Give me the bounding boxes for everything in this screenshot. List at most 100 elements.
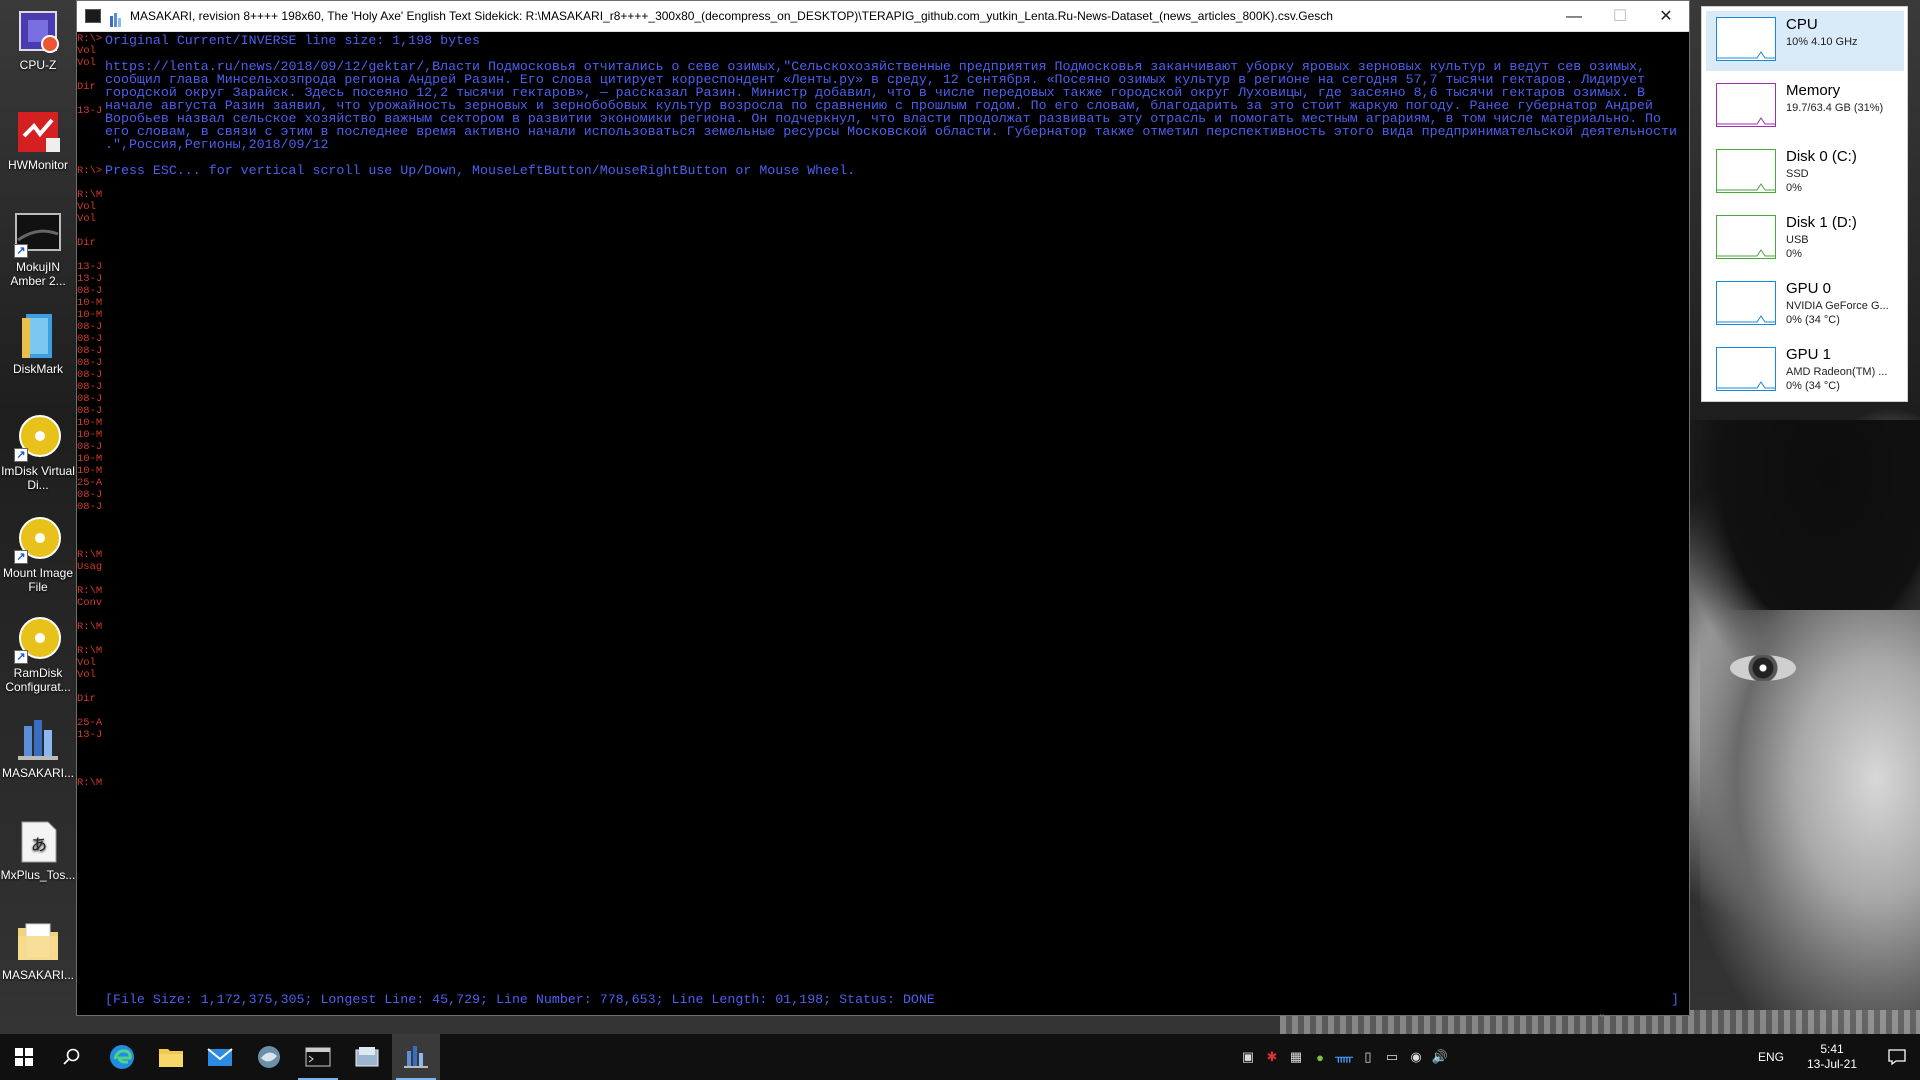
background-console-line: Vol xyxy=(77,45,96,57)
desktop-icon-mount-image[interactable]: ↗ Mount Image File xyxy=(0,516,76,594)
desktop-icon-label: Mount Image File xyxy=(2,566,74,594)
title-bar[interactable]: MASAKARI, revision 8++++ 198x60, The 'Ho… xyxy=(77,1,1689,32)
background-console-line: Dir xyxy=(77,693,96,705)
background-console-line xyxy=(77,633,105,645)
desktop-icon-cpu-z[interactable]: CPU-Z xyxy=(0,8,76,72)
background-console-line: R:\M xyxy=(77,645,103,657)
background-console-line xyxy=(77,525,105,537)
perf-title: Disk 0 (C:) xyxy=(1786,148,1857,165)
notification-button[interactable] xyxy=(1874,1034,1920,1080)
console-body[interactable]: R:\> Vol Vol Dir 13-J R:\> R:\M Vol Vol Dir 13-J 13… xyxy=(77,33,1689,1019)
clock[interactable]: 5:41 13-Jul-21 xyxy=(1798,1042,1866,1072)
start-button[interactable] xyxy=(0,1034,48,1080)
performance-panel: CPU 10% 4.10 GHz Memory 19.7/63.4 GB (31%) D… xyxy=(1701,6,1908,402)
windows-logo-icon xyxy=(15,1048,33,1066)
perf-usage: 0% xyxy=(1786,182,1802,194)
console-window[interactable]: MASAKARI, revision 8++++ 198x60, The 'Ho… xyxy=(76,0,1690,1019)
perf-item-gpu-0[interactable]: GPU 0 NVIDIA GeForce G... 0% (34 °C) xyxy=(1706,275,1904,335)
close-button[interactable]: ✕ xyxy=(1643,1,1689,32)
perf-item-memory[interactable]: Memory 19.7/63.4 GB (31%) xyxy=(1706,77,1904,137)
desktop-icon-masakari-folder[interactable]: MASAKARI... xyxy=(0,918,76,982)
background-console-line: 08-J xyxy=(77,285,103,297)
tray-network-icon[interactable]: ◉ xyxy=(1404,1034,1428,1080)
perf-item-disk-1-d[interactable]: Disk 1 (D:) USB 0% xyxy=(1706,209,1904,269)
tray-device-icon[interactable]: ▦ xyxy=(1284,1034,1308,1080)
background-console-line xyxy=(77,741,105,753)
background-console-line xyxy=(77,609,105,621)
window-title: MASAKARI, revision 8++++ 198x60, The 'Ho… xyxy=(130,9,1333,23)
background-console-line: 08-J xyxy=(77,489,103,501)
shortcut-arrow-icon: ↗ xyxy=(14,550,28,564)
folder-zip-icon xyxy=(14,918,62,966)
background-console-line: 10-M xyxy=(77,309,103,321)
perf-title: GPU 1 xyxy=(1786,346,1832,363)
tray-bug-icon[interactable]: ✱ xyxy=(1260,1034,1284,1080)
desktop-icon-diskmark[interactable]: DiskMark xyxy=(0,312,76,376)
perf-graph xyxy=(1716,83,1776,127)
maximize-button[interactable]: ☐ xyxy=(1597,1,1643,32)
diskmark-icon xyxy=(14,312,62,360)
desktop-icon-label: ImDisk Virtual Di... xyxy=(1,464,75,492)
console-icon xyxy=(305,1047,331,1067)
background-console-line: R:\M xyxy=(77,189,103,201)
shortcut-arrow-icon: ↗ xyxy=(14,244,28,258)
masakari-window-icon xyxy=(108,9,124,27)
taskbar-app-window[interactable] xyxy=(343,1034,391,1080)
background-console-line: 25-A xyxy=(77,477,103,489)
tray-bluetooth-icon[interactable]: ᚅ xyxy=(1332,1034,1356,1080)
taskbar-console[interactable] xyxy=(294,1034,342,1080)
perf-detail: USB xyxy=(1786,234,1809,246)
status-line-end: ] xyxy=(1671,992,1679,1007)
taskbar-file-explorer[interactable] xyxy=(147,1034,195,1080)
desktop-icon-label: MASAKARI... xyxy=(1,968,75,982)
perf-usage: 0% (34 °C) xyxy=(1786,380,1840,392)
viewer-line: его словам, в связи с этим в последнее в… xyxy=(105,124,1677,139)
background-console-line: 10-M xyxy=(77,453,103,465)
background-console-line xyxy=(77,129,105,141)
minimize-button[interactable]: — xyxy=(1551,1,1597,32)
background-console-line xyxy=(77,573,105,585)
search-button[interactable] xyxy=(48,1034,96,1080)
taskbar-mail[interactable] xyxy=(196,1034,244,1080)
perf-item-disk-0-c[interactable]: Disk 0 (C:) SSD 0% xyxy=(1706,143,1904,203)
console-app-icon[interactable] xyxy=(85,9,101,23)
desktop-icon-ramdisk[interactable]: ↗ RamDisk Configurat... xyxy=(0,616,76,694)
folder-icon xyxy=(159,1049,183,1067)
desktop-icon-label: RamDisk Configurat... xyxy=(5,666,71,694)
desktop-icon-hwmonitor[interactable]: HWMonitor xyxy=(0,108,76,172)
text-viewer[interactable]: Original Current/INVERSE line size: 1,19… xyxy=(105,33,1679,1015)
background-console-line: 08-J xyxy=(77,501,103,513)
viewer-line: Original Current/INVERSE line size: 1,19… xyxy=(105,33,481,48)
tray-volume-icon[interactable]: 🔊 xyxy=(1428,1034,1452,1080)
background-console-line: 08-J xyxy=(77,333,103,345)
language-indicator[interactable]: ENG xyxy=(1758,1034,1784,1080)
desktop-icon-masakari-1[interactable]: MASAKARI... xyxy=(0,716,76,780)
background-console-line: 08-J xyxy=(77,369,103,381)
background-console-line: 08-J xyxy=(77,321,103,333)
scroll-down-icon[interactable]: ⌄ xyxy=(1599,1009,1609,1019)
background-console-line: Conv xyxy=(77,597,103,609)
vertical-scrollbar[interactable] xyxy=(1679,33,1689,1015)
tray-monitor-icon[interactable]: ▣ xyxy=(1236,1034,1260,1080)
background-console-line xyxy=(77,753,105,765)
desktop-icon-label: HWMonitor xyxy=(7,158,68,172)
taskbar-app-fish[interactable] xyxy=(245,1034,293,1080)
desktop-icon-mokujin[interactable]: ↗ MokujIN Amber 2... xyxy=(0,210,76,288)
tray-battery-icon[interactable]: ▭ xyxy=(1380,1034,1404,1080)
perf-item-gpu-1[interactable]: GPU 1 AMD Radeon(TM) ... 0% (34 °C) xyxy=(1706,341,1904,401)
background-console-line xyxy=(77,225,105,237)
mokujin-icon: ↗ xyxy=(14,210,62,258)
tray-usb-icon[interactable]: ▯ xyxy=(1356,1034,1380,1080)
taskbar-masakari[interactable] xyxy=(392,1034,440,1080)
background-console-line: Dir xyxy=(77,81,96,93)
perf-item-cpu[interactable]: CPU 10% 4.10 GHz xyxy=(1706,11,1904,71)
tray-nvidia-icon[interactable]: ● xyxy=(1308,1034,1332,1080)
desktop-icon-mxplus[interactable]: あ MxPlus_Tos... xyxy=(0,818,76,882)
background-console-line: R:\M xyxy=(77,621,103,633)
background-console-line xyxy=(77,141,105,153)
desktop-icon-imdisk[interactable]: ↗ ImDisk Virtual Di... xyxy=(0,414,76,492)
background-console-line: Vol xyxy=(77,657,96,669)
taskbar-edge[interactable] xyxy=(98,1034,146,1080)
background-console-line xyxy=(77,177,105,189)
background-console-line xyxy=(77,513,105,525)
